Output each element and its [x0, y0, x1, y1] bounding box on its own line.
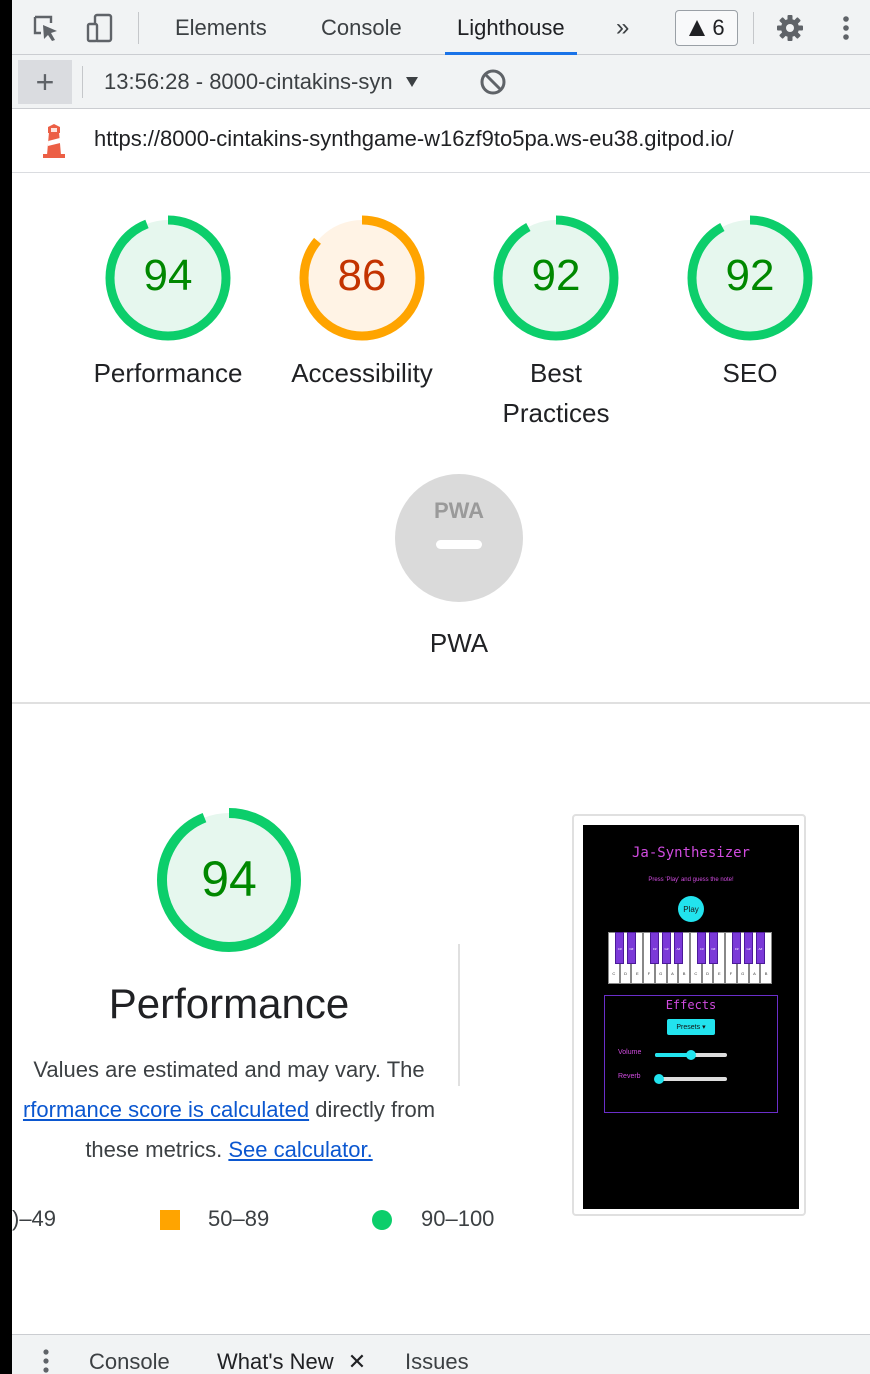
- black-key: D#: [626, 932, 636, 964]
- legend-average-square-icon: [160, 1210, 180, 1230]
- device-toolbar-icon[interactable]: [84, 12, 116, 44]
- chevron-double-right-icon[interactable]: »: [616, 0, 629, 55]
- performance-description: Values are estimated and may vary. The r…: [22, 1057, 436, 1162]
- legend-pass-range: 90–100: [421, 1206, 495, 1231]
- drawer-tab-console[interactable]: Console: [89, 1349, 170, 1374]
- gauge-best-practices[interactable]: 92 Best Practices: [456, 213, 656, 433]
- performance-gauge-large: 94: [129, 806, 329, 954]
- tab-lighthouse[interactable]: Lighthouse: [445, 0, 577, 55]
- devtools-panel: Elements Console Lighthouse » 6 + 13:56:…: [12, 0, 870, 1374]
- report-select[interactable]: 13:56:28 - 8000-cintakins-syn: [104, 55, 419, 109]
- legend-average-range: 50–89: [208, 1206, 270, 1231]
- gauge-label: PWA: [429, 628, 489, 658]
- black-key: A#: [673, 932, 683, 964]
- gear-icon[interactable]: [774, 12, 806, 44]
- block-icon[interactable]: [477, 66, 509, 98]
- gauge-label: Performance: [93, 358, 243, 388]
- vertical-dots-icon[interactable]: [42, 1347, 50, 1374]
- reverb-slider: [653, 1074, 727, 1084]
- devtools-toolbar: Elements Console Lighthouse » 6: [12, 0, 870, 55]
- report-url-bar: https://8000-cintakins-synthgame-w16zf9t…: [12, 109, 870, 173]
- gauge-label: SEO: [722, 358, 778, 388]
- legend-pass-circle-icon: [372, 1210, 392, 1230]
- volume-label: Volume: [618, 1049, 642, 1056]
- gauge-score: 94: [143, 251, 193, 300]
- gauge-performance[interactable]: 94 Performance: [68, 213, 268, 393]
- toolbar-separator: [753, 12, 754, 44]
- svg-text:PWA: PWA: [434, 498, 484, 523]
- score-calculated-link[interactable]: rformance score is calculated: [23, 1097, 309, 1122]
- gauge-label: Accessibility: [291, 358, 433, 388]
- new-report-button[interactable]: +: [18, 60, 72, 104]
- report-select-value: 13:56:28 - 8000-cintakins-syn: [104, 69, 393, 94]
- performance-title: Performance: [108, 980, 350, 1027]
- report-url[interactable]: https://8000-cintakins-synthgame-w16zf9t…: [94, 126, 734, 152]
- inspect-element-icon[interactable]: [30, 12, 62, 44]
- lighthouse-icon: [43, 124, 65, 158]
- black-key: G#: [744, 932, 754, 964]
- black-key: A#: [755, 932, 765, 964]
- piano-keys: C D E F G A B C# D# F# G# A# C D E F G A B C# D# F# G# A#: [608, 932, 772, 984]
- section-divider: [12, 702, 870, 704]
- gauge-score: 92: [531, 251, 581, 300]
- black-key: C#: [697, 932, 707, 964]
- black-key: D#: [708, 932, 718, 964]
- gauge-accessibility[interactable]: 86 Accessibility: [262, 213, 462, 393]
- effects-title: Effects: [665, 998, 717, 1012]
- final-screenshot[interactable]: Ja-Synthesizer Press 'Play' and guess th…: [572, 814, 806, 1216]
- close-icon[interactable]: ✕: [348, 1349, 366, 1374]
- reverb-label: Reverb: [618, 1073, 641, 1080]
- gauge-pwa[interactable]: PWA PWA: [359, 473, 559, 663]
- left-edge-bar: [0, 0, 12, 1374]
- plus-icon: +: [35, 63, 55, 100]
- gauge-score: 86: [337, 251, 387, 300]
- see-calculator-link[interactable]: See calculator.: [228, 1137, 372, 1162]
- pwa-badge-icon: PWA: [395, 474, 523, 602]
- synth-title: Ja-Synthesizer: [631, 845, 750, 861]
- volume-slider: [655, 1050, 727, 1060]
- gauge-score: 94: [201, 851, 257, 907]
- gauge-seo[interactable]: 92 SEO: [650, 213, 850, 393]
- dropdown-arrow-icon: [405, 77, 418, 87]
- black-key: F#: [732, 932, 742, 964]
- synth-play-button: Play: [678, 896, 704, 922]
- black-key: G#: [662, 932, 672, 964]
- tab-console[interactable]: Console: [321, 0, 402, 55]
- lighthouse-toolbar: + 13:56:28 - 8000-cintakins-syn: [12, 55, 870, 109]
- gauge-label: Best Practices: [502, 358, 610, 428]
- drawer-tab-issues[interactable]: Issues: [405, 1349, 469, 1374]
- effects-panel: Effects Presets ▾ Volume Reverb: [604, 995, 778, 1113]
- vertical-dots-icon[interactable]: [830, 12, 862, 44]
- synth-subtitle: Press 'Play' and guess the note!: [648, 877, 734, 883]
- presets-dropdown: Presets ▾: [667, 1019, 715, 1035]
- warnings-count: 6: [712, 15, 725, 40]
- drawer-tab-whats-new[interactable]: What's New ✕: [217, 1349, 366, 1374]
- gauge-score: 92: [725, 251, 775, 300]
- screenshot-image: Ja-Synthesizer Press 'Play' and guess th…: [583, 825, 799, 1209]
- black-key: F#: [650, 932, 660, 964]
- toolbar-separator: [138, 12, 139, 44]
- legend-fail-range: )–49: [12, 1206, 57, 1231]
- toolbar-separator: [82, 66, 83, 98]
- tab-elements[interactable]: Elements: [175, 0, 267, 55]
- warning-triangle-icon: [689, 20, 706, 36]
- warnings-badge[interactable]: 6: [675, 10, 738, 46]
- bottom-drawer: Console What's New ✕ Issues: [12, 1334, 870, 1374]
- black-key: C#: [615, 932, 625, 964]
